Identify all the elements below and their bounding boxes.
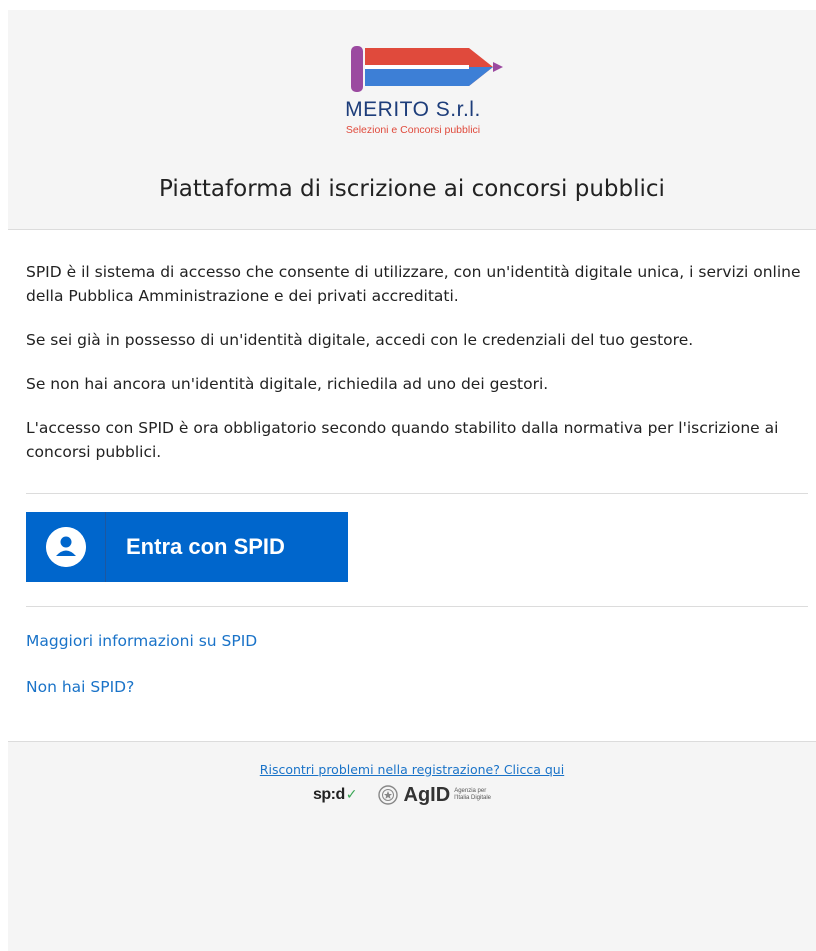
spid-description: SPID è il sistema di accesso che consent… bbox=[26, 263, 801, 305]
divider-bottom bbox=[26, 606, 808, 607]
logo-subtitle: Selezioni e Concorsi pubblici bbox=[345, 124, 481, 136]
existing-identity-text: Se sei già in possesso di un'identità di… bbox=[26, 331, 694, 349]
agid-caption-line1: Agenzia per bbox=[454, 788, 487, 794]
agid-caption: Agenzia per l'Italia Digitale bbox=[454, 788, 491, 802]
help-link[interactable]: Riscontri problemi nella registrazione? … bbox=[8, 762, 816, 777]
page-title: Piattaforma di iscrizione ai concorsi pu… bbox=[159, 176, 665, 202]
divider-top bbox=[26, 493, 808, 494]
page: MERITO S.r.l. Selezioni e Concorsi pubbl… bbox=[8, 10, 816, 951]
spid-logo: sp:d bbox=[313, 786, 345, 803]
header: MERITO S.r.l. Selezioni e Concorsi pubbl… bbox=[8, 10, 816, 230]
pencil-logo-icon bbox=[351, 46, 503, 92]
entra-con-spid-button[interactable]: Entra con SPID bbox=[26, 512, 348, 582]
agid-logo: AgID bbox=[403, 783, 451, 806]
more-info-link[interactable]: Maggiori informazioni su SPID bbox=[26, 632, 257, 650]
merito-logo: MERITO S.r.l. Selezioni e Concorsi pubbl… bbox=[313, 44, 513, 144]
mandatory-spid-text: L'accesso con SPID è ora obbligatorio se… bbox=[26, 419, 779, 461]
main-content: SPID è il sistema di accesso che consent… bbox=[26, 260, 808, 484]
footer-logos: sp:d ✓ AgID Agenzia per l'Italia Digital… bbox=[313, 782, 533, 808]
italy-emblem-icon bbox=[377, 785, 398, 805]
logo-title: MERITO S.r.l. bbox=[345, 98, 481, 121]
spid-icon-area bbox=[26, 512, 106, 582]
spid-check-icon: ✓ bbox=[345, 787, 358, 803]
spid-button-label: Entra con SPID bbox=[126, 534, 285, 559]
agid-caption-line2: l'Italia Digitale bbox=[454, 795, 492, 801]
no-identity-text: Se non hai ancora un'identità digitale, … bbox=[26, 375, 549, 393]
no-spid-link[interactable]: Non hai SPID? bbox=[26, 678, 134, 696]
footer: Riscontri problemi nella registrazione? … bbox=[8, 741, 816, 951]
user-icon bbox=[45, 527, 86, 567]
